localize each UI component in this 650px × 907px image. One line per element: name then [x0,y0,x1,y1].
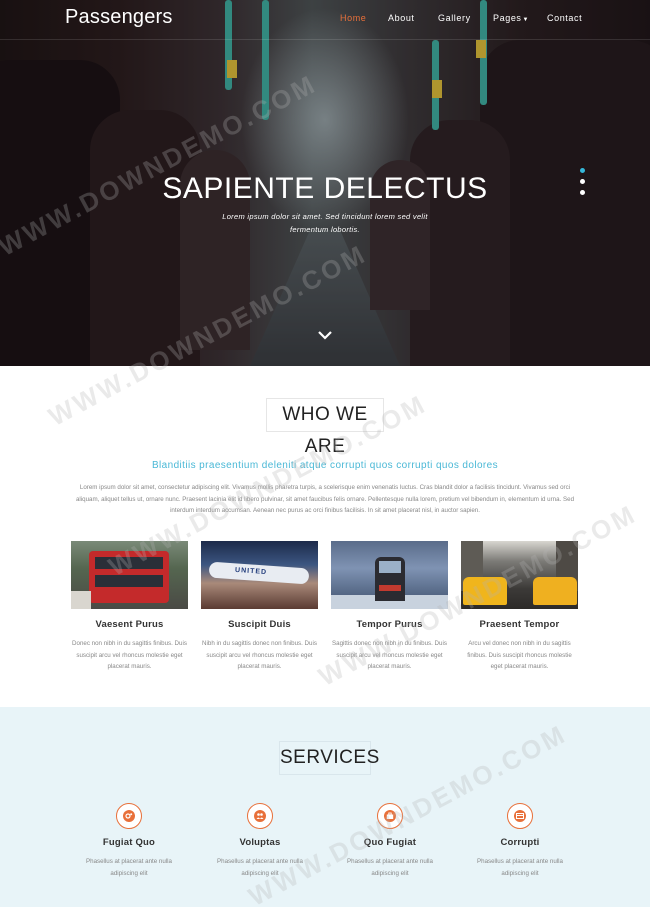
slider-dots [580,168,585,201]
service-text: Phasellus at placerat ante nulla adipisc… [86,858,172,877]
caret-down-icon: ▼ [522,17,530,23]
card-text: Sagittis donec non nibh in du finibus. D… [332,640,447,670]
train-image[interactable] [331,541,448,609]
hero-title: SAPIENTE DELECTUS [162,172,488,205]
about-text: Lorem ipsum dolor sit amet, consectetur … [75,484,575,514]
nav-link-gallery[interactable]: Gallery [438,13,471,23]
service-title: Corrupti [500,837,540,848]
card-title: Tempor Purus [356,619,423,630]
bus-image[interactable] [71,541,188,609]
chevron-down-icon[interactable] [317,329,333,341]
about-card: Vaesent Purus Donec non nibh in du sagit… [71,541,188,673]
service-text: Phasellus at placerat ante nulla adipisc… [347,858,433,877]
users-icon [247,803,273,829]
service-item: Fugiat Quo Phasellus at placerat ante nu… [74,803,184,879]
card-title: Vaesent Purus [95,619,164,630]
hero-slider: Passengers Home About Gallery Pages▼ Con… [0,0,650,366]
card-text: Nibh in du sagittis donec non finibus. D… [202,640,317,670]
about-section: WHO WE ARE Blanditiis praesentium deleni… [0,366,650,707]
about-lead: Blanditiis praesentium deleniti atque co… [151,460,499,471]
about-card: UNITED Suscipit Duis Nibh in du sagittis… [201,541,318,673]
nav-link-pages-label: Pages [493,13,522,23]
navbar: Passengers Home About Gallery Pages▼ Con… [0,0,650,40]
service-title: Quo Fugiat [363,837,417,848]
about-card: Praesent Tempor Arcu vel donec non nibh … [461,541,578,673]
about-card: Tempor Purus Sagittis donec non nibh in … [331,541,448,673]
cogs-icon [116,803,142,829]
service-text: Phasellus at placerat ante nulla adipisc… [217,858,303,877]
slider-dot[interactable] [580,168,585,173]
slider-dot[interactable] [580,179,585,184]
nav-link-home[interactable]: Home [340,13,366,23]
credit-card-icon [507,803,533,829]
hero-subtitle: Lorem ipsum dolor sit amet. Sed tincidun… [222,212,428,234]
brand-logo[interactable]: Passengers [65,6,173,29]
card-title: Suscipit Duis [228,619,291,630]
nav-link-about[interactable]: About [388,13,415,23]
nav-link-pages[interactable]: Pages▼ [493,13,529,23]
service-item: Corrupti Phasellus at placerat ante null… [465,803,575,879]
slider-dot[interactable] [580,190,585,195]
plane-image[interactable]: UNITED [201,541,318,609]
services-title: SERVICES [279,741,379,775]
service-item: Quo Fugiat Phasellus at placerat ante nu… [335,803,445,879]
services-section: SERVICES Fugiat Quo Phasellus at placera… [0,707,650,907]
card-title: Praesent Tempor [479,619,560,630]
service-text: Phasellus at placerat ante nulla adipisc… [477,858,563,877]
service-item: Voluptas Phasellus at placerat ante null… [205,803,315,879]
taxi-image[interactable] [461,541,578,609]
service-title: Voluptas [239,837,281,848]
card-text: Arcu vel donec non nibh in du sagittis f… [467,640,572,670]
about-title: WHO WE ARE [266,398,384,457]
service-title: Fugiat Quo [102,837,156,848]
briefcase-icon [377,803,403,829]
card-text: Donec non nibh in du sagittis finibus. D… [72,640,187,670]
nav-link-contact[interactable]: Contact [547,13,582,23]
